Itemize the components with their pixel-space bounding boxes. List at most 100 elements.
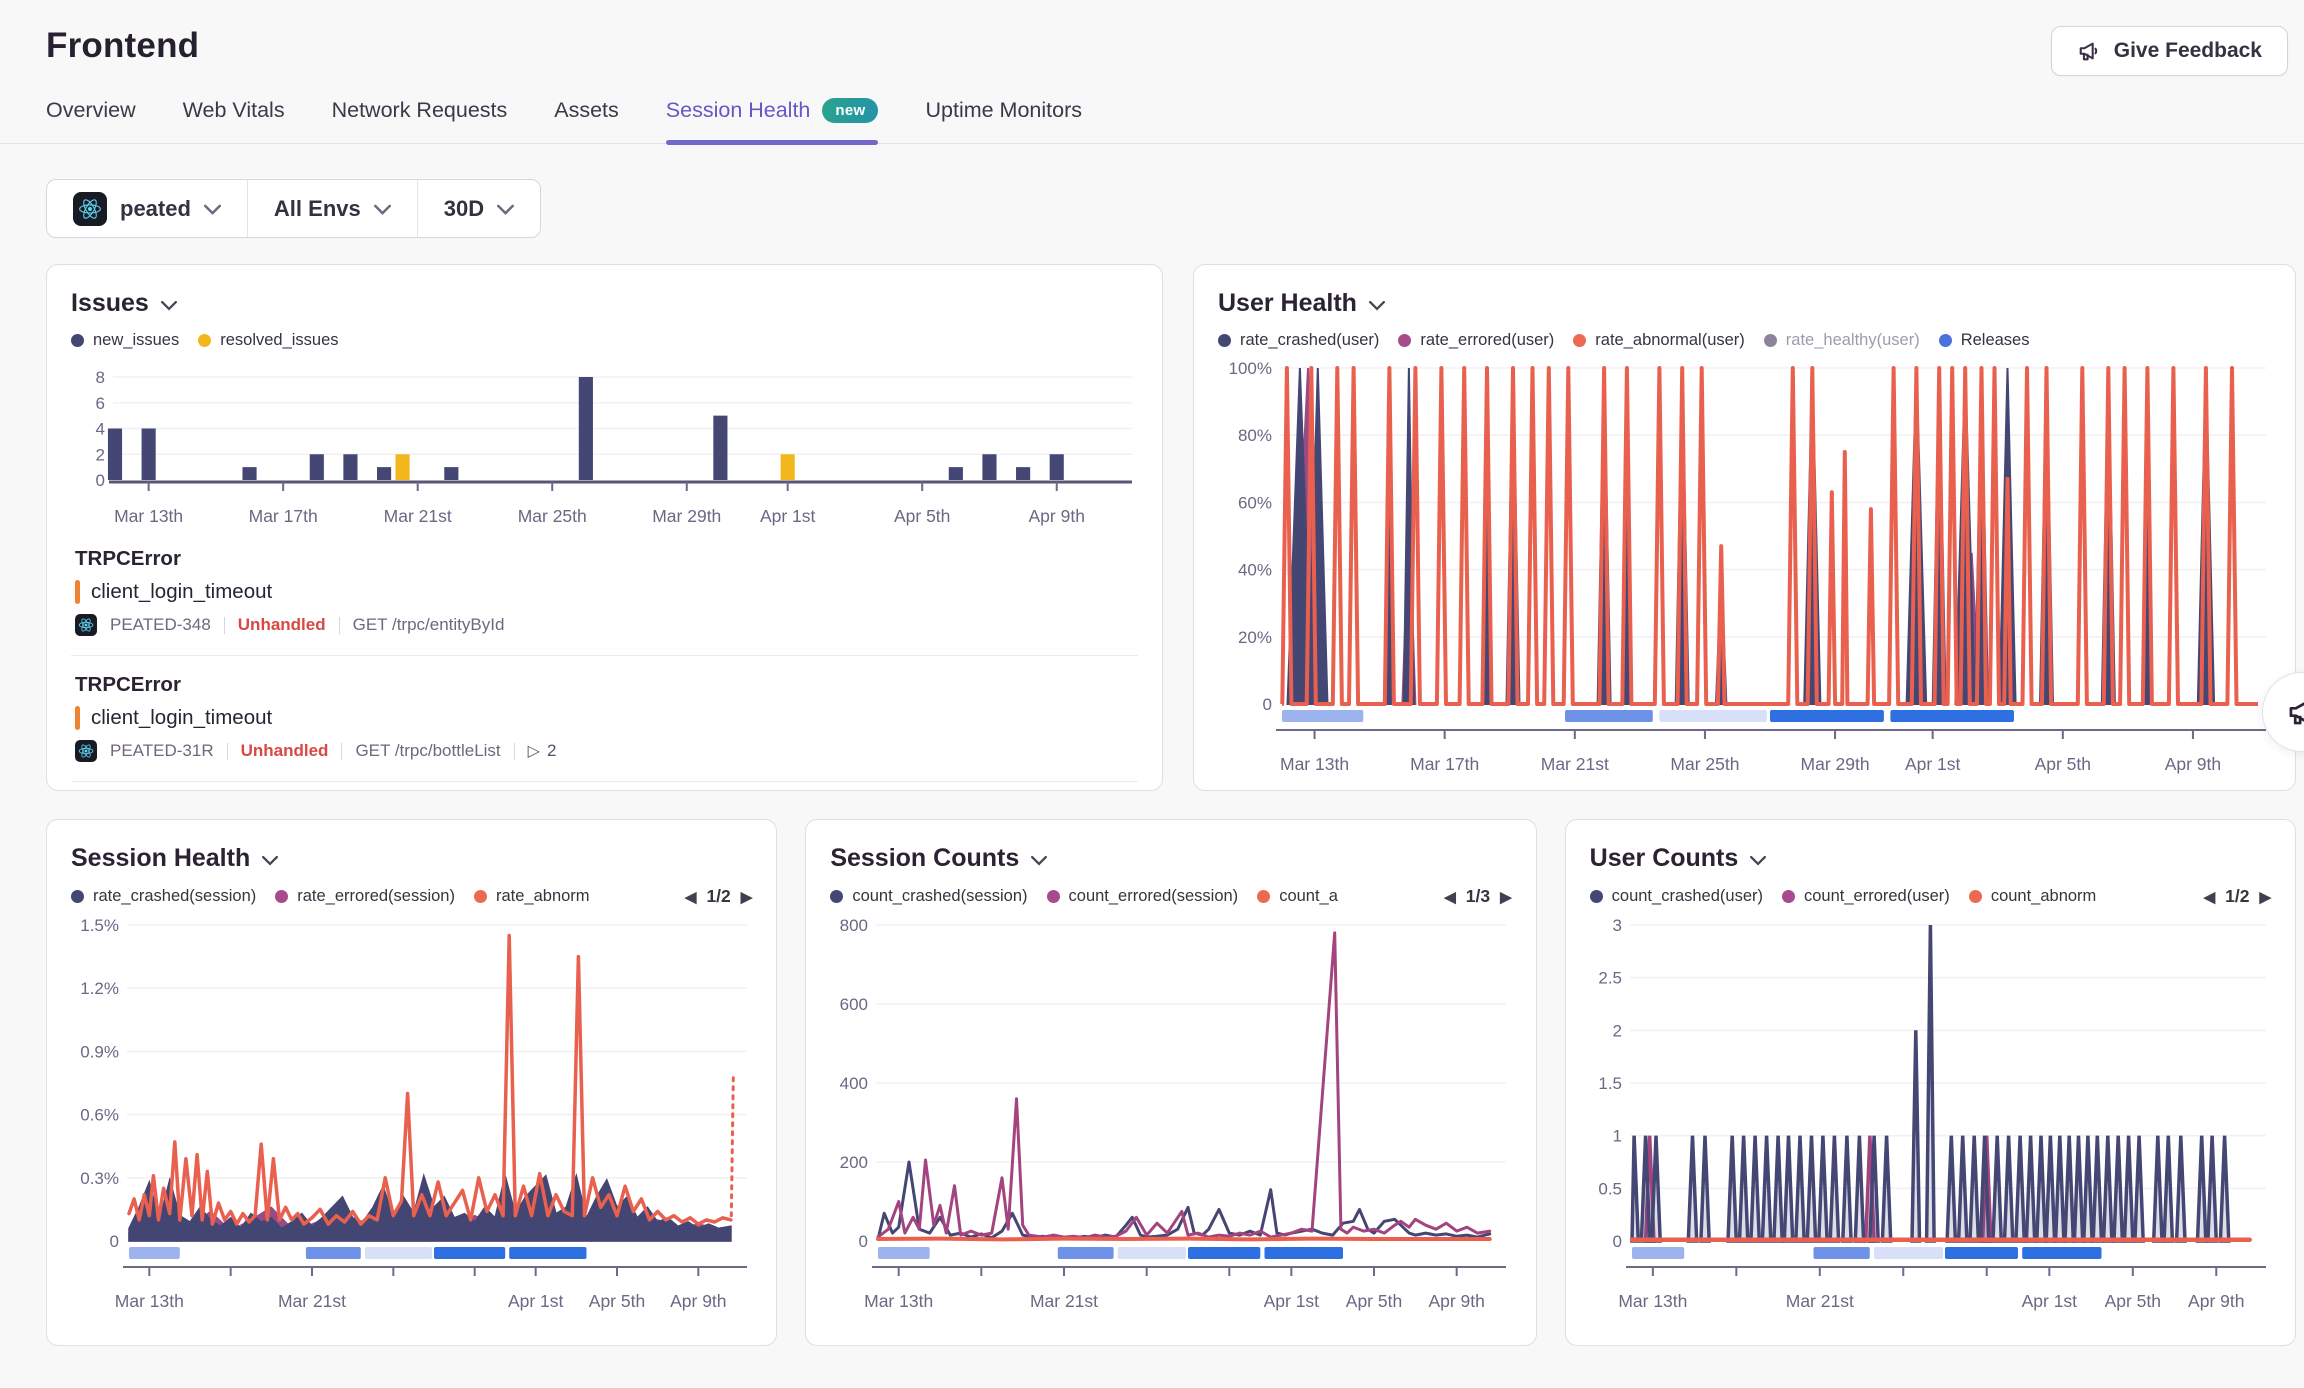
session-health-chart: 00.3%0.6%0.9%1.2%1.5%Mar 13thMar 21stApr…	[71, 915, 751, 1315]
legend-item[interactable]: Releases	[1939, 331, 2030, 350]
user-counts-legend: count_crashed(user) count_errored(user) …	[1590, 886, 2271, 907]
legend-item[interactable]: resolved_issues	[198, 331, 338, 350]
chevron-down-icon	[374, 204, 391, 215]
legend-dot	[1257, 890, 1270, 903]
svg-text:6: 6	[96, 394, 105, 413]
legend-item[interactable]: rate_crashed(session)	[71, 887, 256, 906]
legend-item[interactable]: count_crashed(user)	[1590, 887, 1763, 906]
chevron-down-icon[interactable]	[161, 300, 177, 311]
issues-legend: new_issues resolved_issues	[71, 331, 1138, 350]
svg-text:Apr 1st: Apr 1st	[760, 506, 816, 526]
tab-uptime-monitors[interactable]: Uptime Monitors	[925, 98, 1082, 143]
replay-count[interactable]: ▷ 2	[528, 741, 557, 761]
svg-text:0: 0	[1612, 1232, 1621, 1251]
svg-text:Apr 9th: Apr 9th	[2165, 754, 2221, 774]
chevron-down-icon[interactable]	[1031, 855, 1047, 866]
legend-prev-arrow[interactable]: ◀	[1444, 888, 1456, 906]
user-health-panel: User Health rate_crashed(user) rate_erro…	[1193, 264, 2296, 791]
chevron-down-icon	[204, 204, 221, 215]
svg-text:60%: 60%	[1238, 493, 1272, 512]
svg-text:3: 3	[1612, 916, 1621, 935]
tab-bar: Overview Web Vitals Network Requests Ass…	[0, 98, 2304, 144]
give-feedback-button[interactable]: Give Feedback	[2051, 26, 2288, 76]
svg-text:Apr 5th: Apr 5th	[1346, 1291, 1402, 1311]
legend-item[interactable]: count_abnorm	[1969, 887, 2097, 906]
svg-text:Apr 1st: Apr 1st	[2021, 1291, 2077, 1311]
session-counts-panel-title: Session Counts	[830, 844, 1019, 873]
svg-text:Mar 21st: Mar 21st	[1785, 1291, 1853, 1311]
date-range-filter[interactable]: 30D	[417, 180, 540, 237]
svg-text:0.9%: 0.9%	[80, 1042, 119, 1061]
legend-dot	[1047, 890, 1060, 903]
divider	[224, 617, 225, 634]
legend-item[interactable]: rate_abnormal(user)	[1573, 331, 1744, 350]
issue-row[interactable]: TRPCError client_login_timeout PEATED-31…	[71, 656, 1138, 782]
date-range-filter-value: 30D	[444, 196, 484, 222]
legend-item[interactable]: rate_abnorm	[474, 887, 590, 906]
megaphone-icon	[2286, 696, 2304, 728]
chevron-down-icon[interactable]	[262, 855, 278, 866]
chevron-down-icon[interactable]	[1750, 855, 1766, 866]
issues-panel-title: Issues	[71, 289, 149, 318]
project-filter[interactable]: peated	[47, 180, 247, 237]
svg-text:Mar 13th: Mar 13th	[1280, 754, 1349, 774]
page-title: Frontend	[46, 26, 199, 66]
legend-prev-arrow[interactable]: ◀	[685, 888, 697, 906]
user-health-chart: 020%40%60%80%100%Mar 13thMar 17thMar 21s…	[1218, 358, 2270, 778]
tab-web-vitals[interactable]: Web Vitals	[183, 98, 285, 143]
svg-text:Apr 1st: Apr 1st	[1905, 754, 1961, 774]
legend-page-indicator: 1/2	[2225, 886, 2249, 907]
tab-session-health[interactable]: Session Health new	[666, 98, 879, 143]
legend-prev-arrow[interactable]: ◀	[2204, 888, 2216, 906]
unhandled-tag: Unhandled	[238, 615, 326, 635]
legend-dot	[71, 334, 84, 347]
legend-next-arrow[interactable]: ▶	[741, 888, 753, 906]
issue-level-bar	[75, 706, 80, 730]
legend-item[interactable]: count_crashed(session)	[830, 887, 1027, 906]
svg-text:Mar 21st: Mar 21st	[278, 1291, 346, 1311]
legend-dot	[830, 890, 843, 903]
svg-text:Apr 9th: Apr 9th	[2188, 1291, 2244, 1311]
svg-text:400: 400	[840, 1074, 868, 1093]
issue-meta: PEATED-348 Unhandled GET /trpc/entityByI…	[75, 614, 1134, 636]
megaphone-icon	[2077, 39, 2101, 63]
legend-item[interactable]: rate_errored(user)	[1398, 331, 1554, 350]
legend-next-arrow[interactable]: ▶	[1500, 888, 1512, 906]
svg-text:80%: 80%	[1238, 426, 1272, 445]
svg-text:0.3%: 0.3%	[80, 1169, 119, 1188]
project-filter-value: peated	[120, 196, 191, 222]
give-feedback-label: Give Feedback	[2114, 39, 2262, 63]
legend-item[interactable]: rate_errored(session)	[275, 887, 455, 906]
legend-item[interactable]: count_errored(session)	[1047, 887, 1239, 906]
environment-filter[interactable]: All Envs	[247, 180, 417, 237]
divider	[227, 743, 228, 760]
svg-text:Mar 25th: Mar 25th	[1670, 754, 1739, 774]
legend-item[interactable]: new_issues	[71, 331, 179, 350]
tab-assets[interactable]: Assets	[554, 98, 619, 143]
svg-text:Mar 13th: Mar 13th	[114, 506, 183, 526]
legend-item-disabled[interactable]: rate_healthy(user)	[1764, 331, 1920, 350]
legend-item[interactable]: rate_crashed(user)	[1218, 331, 1379, 350]
svg-text:Mar 13th: Mar 13th	[1618, 1291, 1687, 1311]
svg-text:40%: 40%	[1238, 561, 1272, 580]
legend-dot	[1590, 890, 1603, 903]
svg-text:200: 200	[840, 1153, 868, 1172]
legend-dot	[1969, 890, 1982, 903]
issue-transaction: GET /trpc/entityById	[353, 615, 505, 635]
svg-text:Mar 21st: Mar 21st	[1030, 1291, 1098, 1311]
issue-transaction: GET /trpc/bottleList	[355, 741, 500, 761]
svg-text:600: 600	[840, 995, 868, 1014]
legend-item[interactable]: count_a	[1257, 887, 1338, 906]
legend-item[interactable]: count_errored(user)	[1782, 887, 1950, 906]
issue-row[interactable]: TRPCError client_login_timeout PEATED-34…	[71, 530, 1138, 656]
tab-overview[interactable]: Overview	[46, 98, 136, 143]
svg-text:Apr 9th: Apr 9th	[670, 1291, 726, 1311]
chevron-down-icon[interactable]	[1369, 300, 1385, 311]
legend-next-arrow[interactable]: ▶	[2259, 888, 2271, 906]
svg-text:Mar 13th: Mar 13th	[115, 1291, 184, 1311]
legend-dot	[1398, 334, 1411, 347]
svg-text:0.6%: 0.6%	[80, 1106, 119, 1125]
svg-text:Mar 17th: Mar 17th	[1410, 754, 1479, 774]
tab-network-requests[interactable]: Network Requests	[332, 98, 508, 143]
legend-pager: ◀ 1/2 ▶	[685, 886, 752, 907]
